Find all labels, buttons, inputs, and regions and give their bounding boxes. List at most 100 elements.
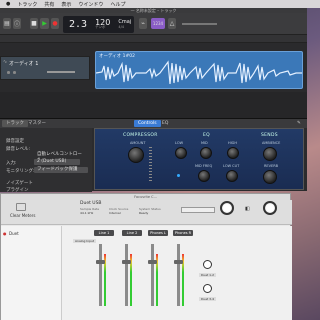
input-label: 入力: [6,161,17,166]
count-in-button[interactable]: 1234 [151,18,165,29]
arrange-area[interactable] [0,92,307,118]
mixer-area: Analog Input Line 1 Line 2 Phones L Phon… [62,226,292,320]
sends-heading: SENDS [261,133,278,138]
clock-source-value: Internal [109,211,121,215]
menu-share[interactable]: 共有 [44,1,54,8]
power-led-icon [177,174,180,177]
library-button[interactable]: ▤ [3,18,11,29]
knob-label-ambience: AMBIENCE [262,141,281,145]
channel-header-line-1: Line 1 [94,230,114,236]
mid-freq-knob[interactable] [198,170,210,182]
channel-header-line-2: Line 2 [122,230,142,236]
record-button[interactable]: ● [51,18,59,29]
play-icon: ▶ [42,20,47,27]
device-header: Clear Meters Duet USB Sample Rate 44.1 k… [1,200,292,225]
compressor-meter [149,147,152,181]
waveform-path [96,60,302,85]
compressor-heading: COMPRESSOR [123,133,158,138]
headphone-volume-knob[interactable] [263,201,277,215]
knob-label-low-cut: LOW CUT [223,164,240,168]
apple-icon[interactable]: ● [6,1,10,7]
mute-icon[interactable] [7,71,10,74]
eq-heading: EQ [203,133,210,138]
smart-controls-tabs: トラック マスター Controls EQ ✎ [0,119,307,128]
output-knob-3-4[interactable] [203,284,212,293]
clear-meters-button[interactable]: Clear Meters [10,213,35,218]
smart-controls: トラック マスター Controls EQ ✎ 録音設定 録音レベル: 自動レベ… [0,118,307,193]
input-select[interactable]: 2 (Duet USB) [34,159,80,165]
record-icon: ● [52,20,58,27]
knob-label-mid-freq: MID FREQ [195,164,213,168]
fader-cap-phones-l[interactable] [148,260,157,264]
track-name: オーディオ 1 [9,61,39,67]
menu-view[interactable]: 表示 [61,1,71,8]
channel-header-phones-l: Phones L [148,230,168,236]
amp-panel: COMPRESSOR EQ SENDS AMOUNT LOW MID HIGH … [94,128,304,190]
input-indicator-icon: ● [3,231,7,236]
info-button[interactable]: ⓘ [13,18,21,29]
play-button[interactable]: ▶ [40,18,49,29]
tuner-icon: ⌁ [141,20,145,27]
toolbar: ▤ ⓘ ■ ▶ ● 2.3 120 テンポ Cmaj 4/4 ⌁ 1234 △ [0,13,307,35]
monitoring-label: モニタリング: [6,169,35,174]
stop-icon: ■ [31,20,37,27]
tab-master[interactable]: マスター [24,120,50,127]
metronome-icon: △ [169,20,175,27]
auto-level-checkbox[interactable]: 自動レベルコントロール [34,152,86,163]
tab-controls[interactable]: Controls [134,120,161,127]
focusrite-control-window: Focusrite C... Clear Meters Duet USB Sam… [0,193,292,320]
noise-gate-row[interactable]: ノイズゲート [6,180,33,186]
tuner-button[interactable]: ⌁ [139,18,147,29]
low-cut-knob[interactable] [226,170,238,182]
edit-icon[interactable]: ✎ [293,120,305,127]
knob-label-reverb: REVERB [264,164,279,168]
fader-line-2[interactable] [125,244,128,306]
track-row[interactable]: ∿ オーディオ 1 オーディオ 1#02 [0,44,307,89]
waveform-icon: ∿ [3,59,8,65]
record-level-label: 録音レベル: [6,147,31,152]
info-icon: ⓘ [13,21,20,28]
tracks-header [0,35,307,43]
lcd-position: 2.3 [69,19,88,30]
knob-label-high: HIGH [228,141,238,145]
sample-rate-value: 44.1 kHz [80,211,94,215]
solo-icon[interactable] [13,71,16,74]
track-volume-slider[interactable] [47,71,75,73]
knob-label-amount: AMOUNT [130,141,146,145]
fader-cap-line-1[interactable] [96,260,105,264]
low-knob[interactable] [175,147,187,159]
lcd-tempo-label: テンポ [95,24,106,29]
fader-phones-r[interactable] [177,244,180,306]
mid-knob[interactable] [200,147,212,159]
input-name[interactable]: Duet [9,231,19,236]
knob-label-low: LOW [175,141,184,145]
metronome-button[interactable]: △ [168,18,176,29]
input-list: ● Duet [1,226,62,320]
output-knob-1-2[interactable] [203,260,212,269]
lcd-timesig: 4/4 [118,24,124,29]
fader-line-1[interactable] [99,244,102,306]
track-header[interactable]: ∿ オーディオ 1 [0,56,90,80]
lcd-display[interactable]: 2.3 120 テンポ Cmaj 4/4 [63,16,134,33]
tab-eq[interactable]: EQ [158,120,172,127]
monitoring-select[interactable]: フィードバック保護 [34,167,88,173]
menu-track[interactable]: トラック [17,1,37,8]
amount-knob[interactable] [128,147,144,163]
audio-region[interactable]: オーディオ 1#02 [95,51,303,89]
fader-cap-line-2[interactable] [122,260,131,264]
stop-button[interactable]: ■ [30,18,38,29]
fader-cap-phones-r[interactable] [174,260,183,264]
library-icon: ▤ [4,20,10,27]
reverb-knob[interactable] [263,170,277,184]
speaker-icon[interactable]: ◧ [245,206,250,212]
menu-window[interactable]: ウインドウ [78,1,103,8]
master-volume-slider[interactable] [182,23,217,25]
high-knob[interactable] [227,147,239,159]
ambience-knob[interactable] [263,147,277,161]
fader-phones-l[interactable] [151,244,154,306]
menu-help[interactable]: ヘルプ [110,1,125,8]
analog-input-badge: Analog Input [73,239,97,243]
menubar: ● トラック 共有 表示 ウインドウ ヘルプ [0,0,320,8]
garageband-window: 一 名称未設定 – トラック ▤ ⓘ ■ ▶ ● 2.3 120 テンポ Cma… [0,8,307,193]
monitor-volume-knob[interactable] [220,201,234,215]
